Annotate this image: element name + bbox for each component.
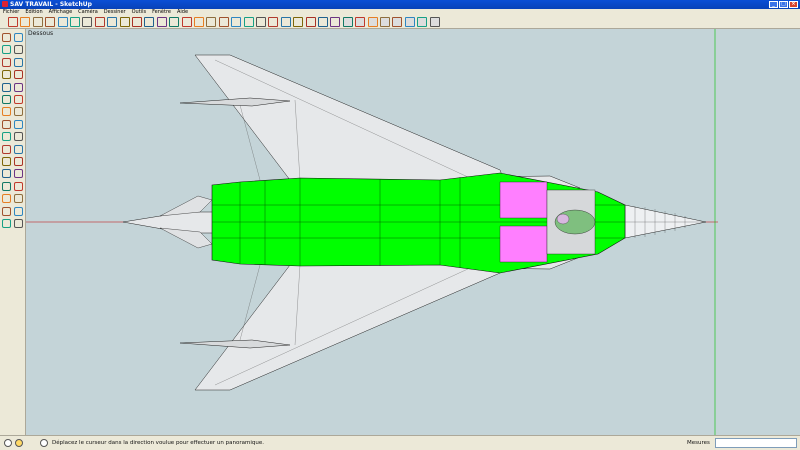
circle-icon[interactable]: [2, 70, 11, 80]
offset-icon[interactable]: [169, 17, 180, 27]
previous-icon[interactable]: [2, 194, 11, 204]
orbit-icon[interactable]: [181, 17, 192, 27]
nose-cone: [624, 204, 707, 239]
rotate-icon[interactable]: [2, 107, 11, 117]
measures-field[interactable]: [715, 438, 797, 448]
pan-icon[interactable]: [14, 169, 23, 179]
zoom-icon[interactable]: [206, 17, 217, 27]
left-toolbar: [0, 29, 26, 435]
position-camera-icon[interactable]: [2, 206, 11, 216]
axes-icon[interactable]: [318, 17, 328, 27]
status-hint: Déplacez le curseur dans la direction vo…: [52, 440, 264, 446]
text-icon[interactable]: [14, 144, 23, 154]
style-wireframe-icon[interactable]: [429, 17, 440, 27]
axes-icon[interactable]: [2, 157, 11, 166]
polygon-icon[interactable]: [82, 17, 93, 27]
wing-bottom: [194, 262, 506, 391]
walk-icon[interactable]: [14, 206, 23, 216]
top-view-icon[interactable]: [355, 17, 366, 27]
maximize-button[interactable]: □: [779, 1, 788, 8]
back-view-icon[interactable]: [392, 17, 403, 27]
menu-fenetre[interactable]: Fenêtre: [152, 9, 171, 16]
zoom-extents-icon[interactable]: [231, 17, 242, 27]
menu-outils[interactable]: Outils: [132, 9, 146, 16]
style-xray-icon[interactable]: [417, 17, 428, 27]
status-bar: Déplacez le curseur dans la direction vo…: [0, 435, 800, 450]
section-plane-icon[interactable]: [14, 219, 23, 228]
scale-icon[interactable]: [2, 119, 11, 129]
protractor-icon[interactable]: [293, 17, 304, 27]
menu-edition[interactable]: Edition: [25, 9, 42, 16]
menu-camera[interactable]: Caméra: [78, 9, 98, 16]
select-icon[interactable]: [8, 17, 18, 27]
circle-icon[interactable]: [57, 17, 68, 27]
eraser-icon[interactable]: [20, 17, 31, 27]
zoom-icon[interactable]: [2, 181, 11, 191]
move-icon[interactable]: [2, 95, 11, 104]
iso-view-icon[interactable]: [342, 17, 353, 27]
pencil-icon[interactable]: [32, 17, 43, 27]
eraser-icon[interactable]: [14, 45, 23, 55]
rectangle-icon[interactable]: [45, 17, 56, 27]
tape-icon[interactable]: [2, 132, 11, 142]
3d-text-icon[interactable]: [330, 17, 341, 27]
main-toolbar: [0, 16, 800, 29]
arc-icon[interactable]: [14, 70, 23, 80]
front-view-icon[interactable]: [367, 17, 378, 27]
aircraft-model: [26, 29, 718, 435]
menu-aide[interactable]: Aide: [177, 9, 188, 16]
dimension-icon[interactable]: [280, 17, 291, 27]
offset-icon[interactable]: [14, 119, 23, 129]
sketchup-logo-icon: [2, 1, 8, 7]
polygon-icon[interactable]: [2, 82, 11, 92]
follow-me-icon[interactable]: [14, 107, 23, 117]
left-view-icon[interactable]: [404, 17, 415, 27]
modeling-viewport[interactable]: Dessous: [26, 29, 800, 435]
rectangle-icon[interactable]: [2, 57, 11, 67]
measures-label: Mesures: [687, 440, 710, 446]
menu-affichage[interactable]: Affichage: [49, 9, 73, 16]
select-icon[interactable]: [2, 33, 11, 42]
pan-icon[interactable]: [194, 17, 204, 27]
freehand-icon[interactable]: [14, 82, 23, 92]
zoom-window-icon[interactable]: [14, 181, 23, 191]
help-icon[interactable]: [40, 439, 48, 447]
close-button[interactable]: ×: [789, 1, 798, 8]
right-view-icon[interactable]: [380, 17, 390, 27]
dimension-icon[interactable]: [14, 132, 23, 142]
rotate-icon[interactable]: [156, 17, 167, 27]
zoom-extents-icon[interactable]: [14, 194, 23, 204]
text-icon[interactable]: [305, 17, 316, 27]
next-view-icon[interactable]: [256, 17, 266, 27]
move-icon[interactable]: [144, 17, 155, 27]
push-pull-icon[interactable]: [14, 95, 23, 104]
menu-fichier[interactable]: Fichier: [3, 9, 19, 16]
menu-dessiner[interactable]: Dessiner: [104, 9, 126, 16]
arc-icon[interactable]: [70, 17, 80, 27]
geo-location-icon[interactable]: [4, 439, 12, 447]
wing-top: [194, 54, 506, 184]
canopy-panel-bottom: [499, 225, 548, 263]
credits-icon[interactable]: [15, 439, 23, 447]
window-title: SAV TRAVAIL - SketchUp: [10, 1, 92, 8]
freehand-icon[interactable]: [94, 17, 105, 27]
title-bar: SAV TRAVAIL - SketchUp _ □ ×: [0, 0, 800, 9]
menu-bar: Fichier Edition Affichage Caméra Dessine…: [0, 9, 800, 16]
3d-text-icon[interactable]: [14, 157, 23, 166]
push-pull-icon[interactable]: [132, 17, 142, 27]
paint-bucket-icon[interactable]: [2, 45, 11, 55]
orbit-icon[interactable]: [2, 169, 11, 179]
zoom-window-icon[interactable]: [218, 17, 229, 27]
line-icon[interactable]: [14, 57, 23, 67]
measure-icon[interactable]: [268, 17, 279, 27]
protractor-icon[interactable]: [2, 144, 11, 154]
previous-view-icon[interactable]: [243, 17, 254, 27]
canopy-panel-top: [499, 181, 548, 219]
look-around-icon[interactable]: [2, 219, 11, 228]
minimize-button[interactable]: _: [769, 1, 778, 8]
paint-bucket-icon[interactable]: [119, 17, 130, 27]
make-component-icon[interactable]: [14, 33, 23, 42]
tape-icon[interactable]: [107, 17, 118, 27]
